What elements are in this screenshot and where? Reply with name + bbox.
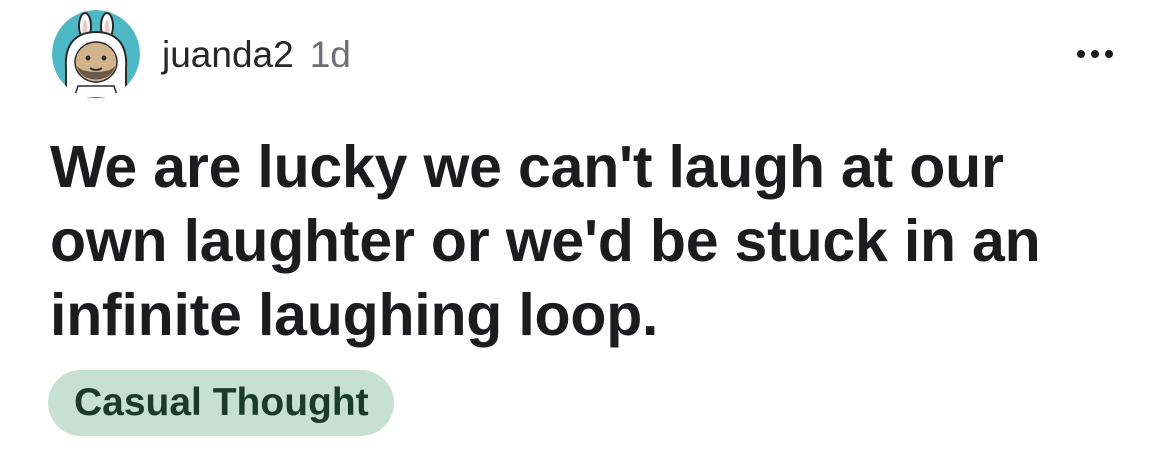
post-body-text: We are lucky we can't laugh at our own l…: [50, 134, 1041, 348]
more-options-icon: [1077, 50, 1113, 58]
post-meta: juanda2 1d: [162, 33, 351, 77]
bunny-hat-avatar-icon: [52, 10, 140, 98]
username[interactable]: juanda2: [162, 34, 294, 75]
tag-chip[interactable]: Casual Thought: [48, 370, 394, 436]
avatar[interactable]: [52, 10, 140, 98]
tag-label: Casual Thought: [74, 381, 369, 424]
post-card: juanda2 1d We are lucky we can't laugh at…: [0, 0, 1170, 457]
timestamp: 1d: [309, 34, 351, 75]
more-options-button[interactable]: [1071, 44, 1119, 64]
